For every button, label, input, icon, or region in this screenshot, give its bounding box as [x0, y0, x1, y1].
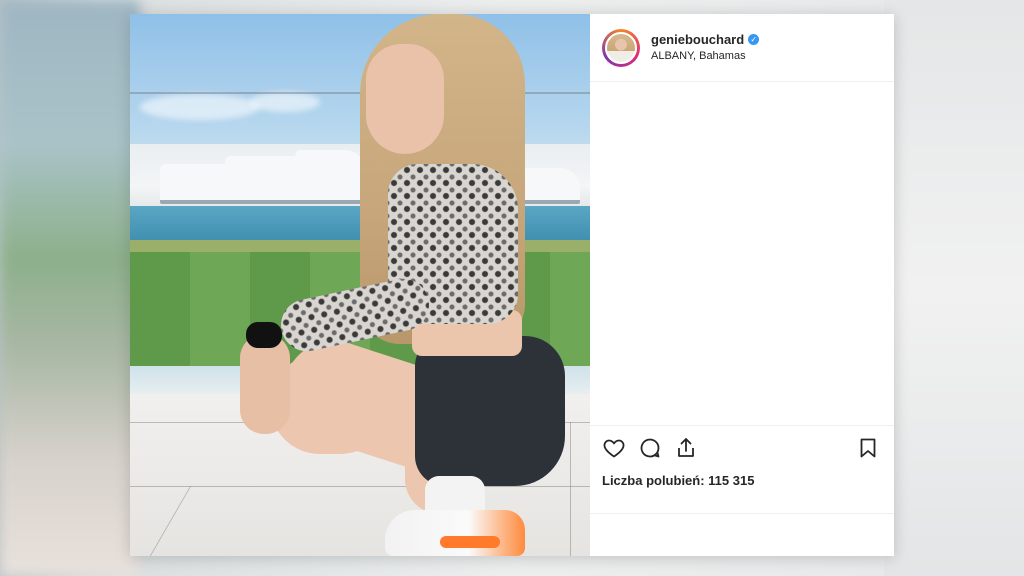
floor-line [149, 486, 192, 556]
comments-area [590, 82, 894, 425]
background-blur-right [884, 0, 1024, 576]
post-header: geniebouchard ✓ ALBANY, Bahamas [590, 14, 894, 82]
speech-bubble-icon[interactable] [638, 436, 662, 460]
scrunchie [246, 322, 282, 348]
verified-check-icon: ✓ [748, 34, 760, 46]
avatar[interactable] [605, 31, 637, 64]
person-shorts [415, 336, 565, 486]
action-icon-row [602, 436, 882, 460]
username-link[interactable]: geniebouchard [651, 32, 744, 48]
heart-outline-icon[interactable] [602, 436, 626, 460]
person-hand [240, 334, 290, 434]
avatar-story-ring[interactable] [602, 28, 640, 67]
user-block: geniebouchard ✓ ALBANY, Bahamas [651, 32, 760, 63]
cloud [250, 92, 320, 112]
person-face [366, 44, 444, 154]
likes-count[interactable]: Liczba polubień: 115 315 [602, 473, 882, 488]
cloud [140, 94, 260, 120]
post-photo[interactable] [130, 14, 590, 556]
post-actions: Liczba polubień: 115 315 [590, 425, 894, 513]
yacht [295, 150, 365, 204]
person-sneaker [385, 510, 525, 556]
add-comment-bar[interactable] [590, 513, 894, 557]
post-sidebar: geniebouchard ✓ ALBANY, Bahamas Liczba p… [590, 14, 894, 556]
floor-line [570, 422, 571, 556]
background-blur-left [0, 0, 140, 576]
location-link[interactable]: ALBANY, Bahamas [651, 50, 759, 63]
instagram-post-card: geniebouchard ✓ ALBANY, Bahamas Liczba p… [130, 14, 894, 556]
sneaker-accent [440, 536, 500, 548]
bookmark-icon[interactable] [856, 436, 880, 460]
user-row: geniebouchard ✓ [651, 32, 760, 48]
floor-line [130, 486, 590, 487]
share-upload-icon[interactable] [674, 436, 698, 460]
